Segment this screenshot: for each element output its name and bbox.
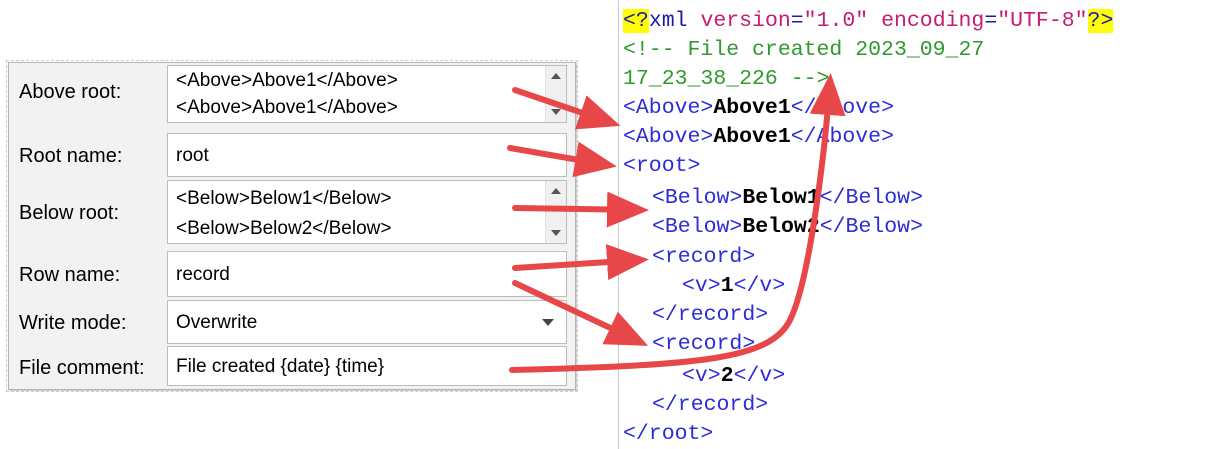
write-mode-select[interactable]: Overwrite (167, 300, 567, 344)
xml-below-line-1: <Below>Below1</Below> (652, 184, 923, 212)
xml-record-1-close: </record> (652, 303, 769, 327)
root-name-input[interactable]: root (167, 133, 567, 177)
row-name-input[interactable]: record (167, 251, 567, 297)
tag-open: <Above> (623, 96, 714, 120)
file-comment-label: File comment: (19, 357, 145, 379)
above-root-line-2: <Above>Above1</Above> (176, 97, 398, 118)
tag-open: <Above> (623, 125, 714, 149)
above-root-scrollbar[interactable] (545, 66, 566, 122)
below-root-label: Below root: (19, 202, 120, 224)
xml-root-open: <root> (623, 154, 701, 178)
row-name-value: record (176, 264, 230, 285)
tag-close: </Below> (819, 215, 923, 239)
scroll-up-icon[interactable] (551, 73, 561, 79)
val-encoding: "UTF-8" (997, 9, 1088, 33)
xml-record-2-close: </record> (652, 393, 769, 417)
tag-open: <Below> (652, 186, 743, 210)
write-mode-value: Overwrite (176, 312, 258, 333)
scroll-down-icon[interactable] (551, 230, 561, 236)
val-version: "1.0" (803, 9, 869, 33)
tag-text: Above1 (713, 125, 791, 149)
xml-above-line-1: <Above>Above1</Above> (623, 94, 894, 122)
tag-text: 1 (720, 274, 734, 298)
above-root-line-1: <Above>Above1</Above> (176, 70, 398, 91)
tag-close: </v> (733, 274, 786, 298)
above-root-label: Above root: (19, 81, 122, 103)
xml-declaration-line: <?xml version="1.0" encoding="UTF-8"?> (623, 9, 1114, 33)
tag-text: Below2 (742, 215, 820, 239)
xml-record-1-open: <record> (652, 245, 756, 269)
tag-text: Below1 (742, 186, 820, 210)
root-name-value: root (176, 145, 209, 166)
below-root-line-2: <Below>Below2</Below> (176, 218, 392, 239)
file-comment-value: File created {date} {time} (176, 356, 385, 377)
pi-name: xml (648, 9, 688, 33)
xml-comment-line-2: 17_23_38_226 --> (623, 67, 830, 91)
file-comment-input[interactable]: File created {date} {time} (167, 346, 567, 386)
xml-v-line-2: <v>2</v> (682, 362, 785, 390)
xml-output-view: <?xml version="1.0" encoding="UTF-8"?> <… (618, 0, 1210, 449)
tag-open: <v> (682, 274, 721, 298)
chevron-down-icon[interactable] (542, 319, 554, 326)
below-root-scrollbar[interactable] (545, 181, 566, 243)
xml-root-close: </root> (623, 422, 714, 446)
above-root-textarea[interactable]: <Above>Above1</Above> <Above>Above1</Abo… (167, 65, 567, 123)
pi-close: ?> (1087, 9, 1114, 33)
attr-version: version (700, 9, 791, 33)
row-name-label: Row name: (19, 264, 121, 286)
tag-text: 2 (720, 364, 734, 388)
write-mode-label: Write mode: (19, 312, 127, 334)
xml-v-line-1: <v>1</v> (682, 272, 785, 300)
tag-text: Above1 (713, 96, 791, 120)
pi-open: <? (623, 9, 649, 33)
tag-close: </v> (733, 364, 786, 388)
tag-open: <v> (682, 364, 721, 388)
root-name-label: Root name: (19, 145, 123, 167)
scroll-up-icon[interactable] (551, 188, 561, 194)
attr-encoding: encoding (881, 9, 985, 33)
below-root-line-1: <Below>Below1</Below> (176, 188, 392, 209)
tag-open: <Below> (652, 215, 743, 239)
xml-record-2-open: <record> (652, 332, 756, 356)
below-root-textarea[interactable]: <Below>Below1</Below> <Below>Below2</Bel… (167, 180, 567, 244)
scroll-down-icon[interactable] (551, 109, 561, 115)
xml-settings-panel: Above root: <Above>Above1</Above> <Above… (6, 60, 578, 392)
tag-close: </Above> (790, 96, 894, 120)
xml-comment-line-1: <!-- File created 2023_09_27 (623, 38, 985, 62)
xml-above-line-2: <Above>Above1</Above> (623, 123, 894, 151)
tag-close: </Above> (790, 125, 894, 149)
xml-below-line-2: <Below>Below2</Below> (652, 213, 923, 241)
tag-close: </Below> (819, 186, 923, 210)
